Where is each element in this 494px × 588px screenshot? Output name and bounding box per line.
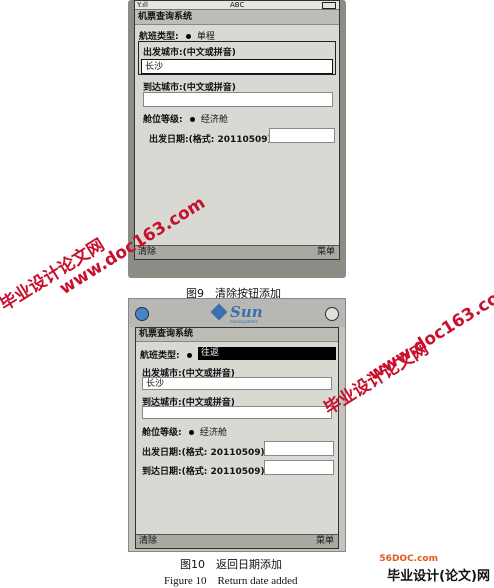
phone-screen: 机票查询系统 航班类型: 往返 出发城市:(中文或拼音) 长沙 到达城市:(中文… bbox=[135, 327, 339, 549]
figure-10-caption: 图10 返回日期添加 bbox=[180, 558, 282, 571]
input-mode-indicator: ABC bbox=[230, 1, 245, 9]
softkey-bar: 清除 菜单 bbox=[136, 534, 338, 548]
cabin-class-row[interactable]: 舱位等级: 经济舱 bbox=[142, 425, 227, 438]
radio-selected-icon bbox=[188, 429, 194, 435]
sun-logo: Sun microsystems bbox=[210, 303, 263, 324]
radio-selected-icon bbox=[186, 352, 192, 358]
app-title: 机票查询系统 bbox=[136, 328, 338, 342]
emulator-top-bar: Sun microsystems bbox=[129, 299, 345, 327]
softkey-bar: 清除 菜单 bbox=[135, 245, 339, 259]
depart-city-label: 出发城市:(中文或拼音) bbox=[143, 48, 236, 58]
radio-selected-icon bbox=[189, 116, 195, 122]
site-badge-watermark: 毕业设计(论文)网 bbox=[387, 569, 490, 584]
signal-icon: Y.ıll bbox=[137, 1, 148, 9]
battery-icon bbox=[322, 2, 336, 9]
depart-date-input[interactable] bbox=[264, 441, 334, 456]
depart-city-input[interactable]: 长沙 bbox=[142, 377, 332, 390]
app-title: 机票查询系统 bbox=[135, 10, 339, 25]
cabin-class-value: 经济舱 bbox=[200, 115, 228, 125]
flight-type-label: 航班类型: bbox=[140, 351, 180, 361]
flight-type-row[interactable]: 航班类型: 往返 bbox=[140, 347, 336, 362]
arrive-city-input[interactable] bbox=[142, 406, 332, 419]
figure-10-caption-en: Figure 10 Return date added bbox=[164, 575, 298, 587]
menu-softkey[interactable]: 菜单 bbox=[316, 535, 334, 548]
clear-softkey[interactable]: 清除 bbox=[139, 535, 157, 548]
flight-type-value-highlight[interactable]: 往返 bbox=[198, 347, 336, 360]
cabin-class-value: 经济舱 bbox=[199, 428, 227, 438]
radio-selected-icon bbox=[185, 33, 191, 39]
phone-emulator-fig10: Sun microsystems 机票查询系统 航班类型: 往返 出发城市:(中… bbox=[128, 298, 346, 552]
cabin-class-label: 舱位等级: bbox=[142, 428, 182, 438]
status-bar: Y.ıll ABC bbox=[135, 1, 339, 10]
emulator-right-button-icon[interactable] bbox=[325, 307, 339, 321]
sun-brand-sub: microsystems bbox=[230, 319, 258, 324]
return-date-label: 到达日期:(格式: 20110509) bbox=[142, 467, 265, 477]
depart-date-label: 出发日期:(格式: 20110509) bbox=[142, 448, 265, 458]
depart-date-label: 出发日期:(格式: 20110509) bbox=[149, 135, 272, 145]
menu-softkey[interactable]: 菜单 bbox=[317, 246, 335, 259]
cabin-class-label: 舱位等级: bbox=[143, 115, 183, 125]
arrive-city-input[interactable] bbox=[143, 92, 333, 107]
depart-date-input[interactable] bbox=[269, 128, 335, 143]
watermark-url-right: www.doc163.com bbox=[365, 279, 494, 385]
sun-diamond-icon bbox=[210, 303, 228, 321]
emulator-left-button-icon[interactable] bbox=[135, 307, 149, 321]
site-watermark: 56DOC.com bbox=[379, 554, 438, 564]
cabin-class-row[interactable]: 舱位等级: 经济舱 bbox=[143, 112, 228, 125]
depart-city-input[interactable]: 长沙 bbox=[141, 59, 333, 74]
return-date-input[interactable] bbox=[264, 460, 334, 475]
